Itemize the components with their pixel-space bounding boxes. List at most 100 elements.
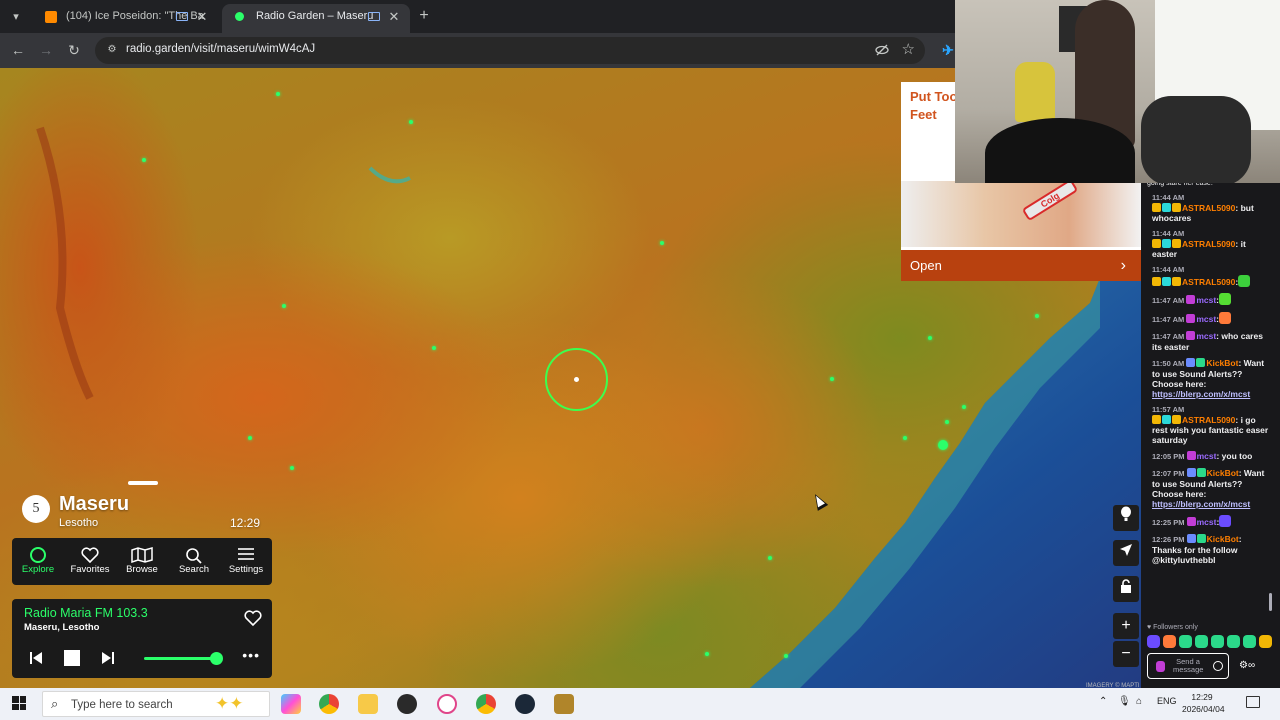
reload-icon[interactable]: ↻ <box>64 40 84 60</box>
nav-settings[interactable]: Settings <box>220 538 272 585</box>
snipping-icon[interactable] <box>437 694 457 714</box>
close-tab-icon[interactable]: ✕ <box>386 4 402 29</box>
chat-input[interactable]: Send a message <box>1147 653 1229 679</box>
zoom-out-icon[interactable]: − <box>1113 641 1139 667</box>
emoji-icon[interactable] <box>1213 661 1223 671</box>
station-dot[interactable] <box>768 556 772 560</box>
station-dot[interactable] <box>290 466 294 470</box>
chat-username[interactable]: ASTRAL5090 <box>1182 203 1235 213</box>
station-dot[interactable] <box>928 336 932 340</box>
chat-username[interactable]: mcst <box>1196 295 1216 305</box>
station-dot[interactable] <box>1035 314 1039 318</box>
lock-icon[interactable] <box>1113 576 1139 602</box>
chrome-icon[interactable] <box>319 694 339 714</box>
chat-username[interactable]: mcst <box>1197 517 1217 527</box>
tray-overflow-icon[interactable]: ⌃ <box>1099 696 1107 707</box>
notification-icon[interactable] <box>1246 696 1260 708</box>
site-info-icon[interactable]: ⚙ <box>105 43 119 57</box>
chat-link[interactable]: https://blerp.com/x/mcst <box>1152 389 1272 399</box>
emote-icon[interactable] <box>1179 635 1192 648</box>
balloon-icon[interactable] <box>1113 505 1139 531</box>
station-dot[interactable] <box>938 440 948 450</box>
panel-drag-handle[interactable] <box>128 481 158 485</box>
chat-username[interactable]: mcst <box>1196 331 1216 341</box>
chat-username[interactable]: ASTRAL5090 <box>1182 239 1235 249</box>
emote-icon[interactable] <box>1243 635 1256 648</box>
copilot-icon[interactable] <box>281 694 301 714</box>
station-dot[interactable] <box>962 405 966 409</box>
chat-scrollbar[interactable] <box>1269 593 1272 611</box>
station-dot[interactable] <box>248 436 252 440</box>
tracking-protection-icon[interactable] <box>875 43 889 57</box>
new-tab-button[interactable]: + <box>416 6 432 26</box>
stop-icon[interactable] <box>64 649 80 667</box>
station-dot[interactable] <box>705 652 709 656</box>
steam-icon[interactable] <box>515 694 535 714</box>
chat-username[interactable]: mcst <box>1197 451 1217 461</box>
bookmark-star-icon[interactable]: ☆ <box>902 40 915 58</box>
tab-search-icon[interactable]: ▾ <box>6 7 26 27</box>
emote-icon[interactable] <box>1211 635 1224 648</box>
language-indicator[interactable]: ENG <box>1157 696 1177 706</box>
station-dot[interactable] <box>432 346 436 350</box>
taskbar-search[interactable]: ⌕ Type here to search ✦✦ <box>42 691 270 717</box>
locate-icon[interactable] <box>1113 540 1139 566</box>
obs-icon[interactable] <box>397 694 417 714</box>
station-dot[interactable] <box>282 304 286 308</box>
station-dot[interactable] <box>830 377 834 381</box>
network-icon[interactable]: ⌂ <box>1136 696 1142 707</box>
volume-slider-track[interactable] <box>144 657 216 660</box>
media-playing-icon[interactable] <box>176 12 188 21</box>
game-icon[interactable] <box>554 694 574 714</box>
back-icon[interactable]: ← <box>8 40 28 60</box>
file-explorer-icon[interactable] <box>358 694 378 714</box>
station-dot[interactable] <box>142 158 146 162</box>
emote-icon[interactable] <box>1259 635 1272 648</box>
city-card[interactable]: 5 Maseru Lesotho 12:29 <box>12 490 272 534</box>
taskbar-clock[interactable]: 12:29 2026/04/04 <box>1182 691 1225 715</box>
chat-username[interactable]: ASTRAL5090 <box>1182 277 1235 287</box>
ad-open-button[interactable]: Open › <box>901 250 1141 281</box>
favorite-heart-icon[interactable] <box>244 609 262 627</box>
chrome-alt-icon[interactable] <box>476 694 496 714</box>
sparkle-icon: ✦✦ <box>215 694 244 713</box>
emote-icon[interactable] <box>1163 635 1176 648</box>
station-dot[interactable] <box>784 654 788 658</box>
station-dot[interactable] <box>409 120 413 124</box>
tab-radio-garden[interactable]: Radio Garden – Maseru ✕ <box>222 4 410 33</box>
microphone-icon[interactable]: 🎙 <box>1118 696 1131 707</box>
chat-username[interactable]: KickBot <box>1207 468 1239 478</box>
chat-username[interactable]: KickBot <box>1207 534 1239 544</box>
chat-username[interactable]: ASTRAL5090 <box>1182 415 1235 425</box>
chat-username[interactable]: KickBot <box>1206 358 1238 368</box>
station-dot[interactable] <box>660 241 664 245</box>
chat-link[interactable]: https://blerp.com/x/mcst <box>1152 499 1272 509</box>
windows-start-icon[interactable] <box>12 696 26 710</box>
chat-settings-icon[interactable]: ⚙∞ <box>1239 660 1255 671</box>
nav-browse[interactable]: Browse <box>116 538 168 585</box>
more-options-icon[interactable]: ••• <box>242 647 260 663</box>
next-icon[interactable] <box>101 649 115 667</box>
chat-username[interactable]: mcst <box>1196 314 1216 324</box>
nav-explore[interactable]: Explore <box>12 538 64 585</box>
station-dot[interactable] <box>903 436 907 440</box>
emote-icon[interactable] <box>1227 635 1240 648</box>
media-playing-icon[interactable] <box>368 12 380 21</box>
nav-label: Browse <box>126 564 158 575</box>
emote-icon[interactable] <box>1195 635 1208 648</box>
nav-favorites[interactable]: Favorites <box>64 538 116 585</box>
close-tab-icon[interactable]: ✕ <box>194 4 210 29</box>
volume-slider-knob[interactable] <box>210 652 223 665</box>
forward-icon[interactable]: → <box>36 40 56 60</box>
tab-youtube[interactable]: (104) Ice Poseidon: "The Ba ✕ <box>32 4 218 33</box>
station-name[interactable]: Radio Maria FM 103.3 <box>24 606 148 620</box>
selected-location-ring[interactable] <box>545 348 608 411</box>
station-dot[interactable] <box>276 92 280 96</box>
address-bar[interactable]: ⚙ radio.garden/visit/maseru/wimW4cAJ ☆ <box>95 37 925 64</box>
station-dot[interactable] <box>945 420 949 424</box>
nav-search[interactable]: Search <box>168 538 220 585</box>
previous-icon[interactable] <box>29 649 43 667</box>
station-location[interactable]: Maseru, Lesotho <box>24 622 100 633</box>
zoom-in-icon[interactable]: + <box>1113 613 1139 639</box>
emote-icon[interactable] <box>1147 635 1160 648</box>
